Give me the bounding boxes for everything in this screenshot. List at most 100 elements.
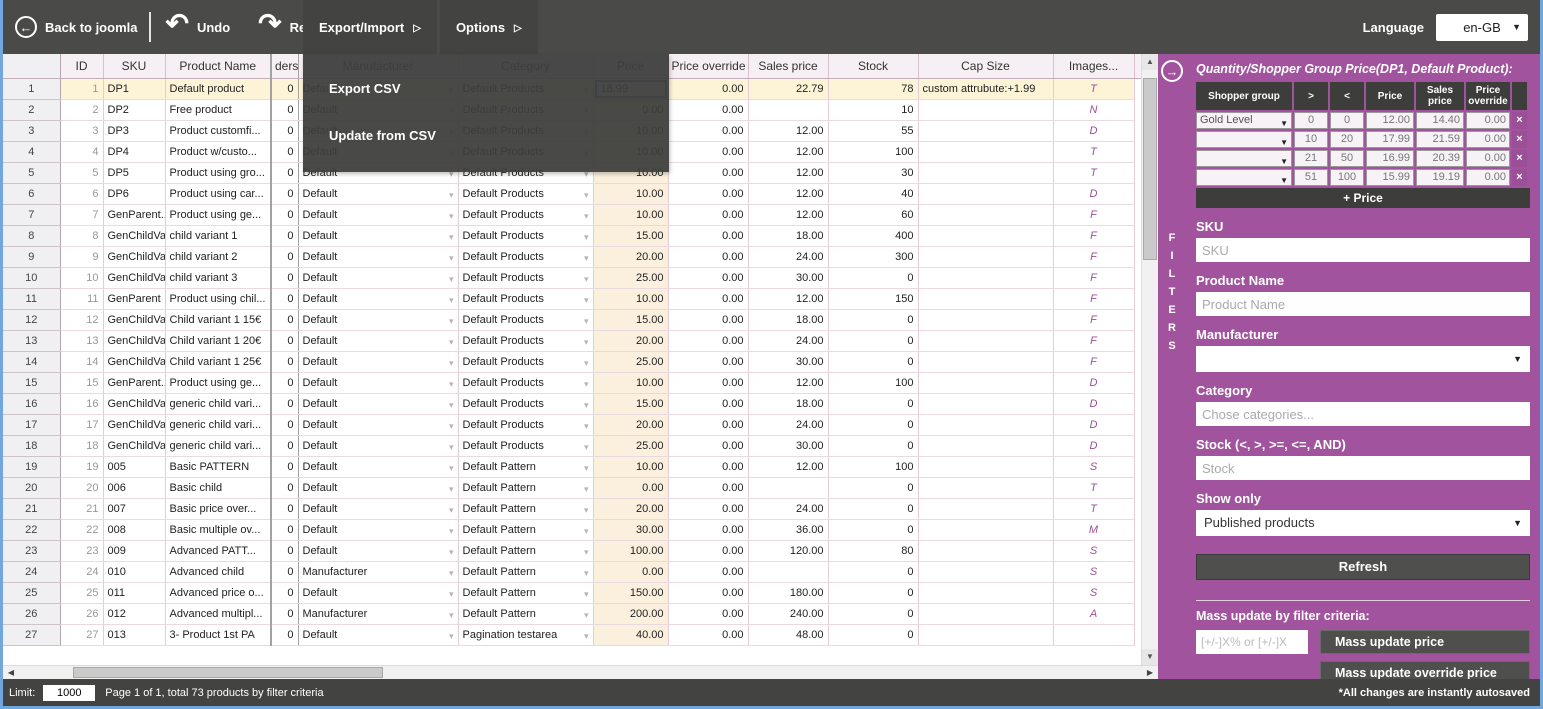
cell-manufacturer[interactable]: Default▾ bbox=[298, 225, 458, 246]
cell-product-name[interactable]: Basic price over... bbox=[165, 498, 271, 519]
cell-price[interactable]: 25.00 bbox=[593, 267, 668, 288]
cell-price-override[interactable]: 0.00 bbox=[668, 414, 748, 435]
cell-sku[interactable]: GenChildVa... bbox=[103, 246, 165, 267]
cell-product-name[interactable]: Product using gro... bbox=[165, 162, 271, 183]
row-number[interactable]: 10 bbox=[3, 267, 60, 288]
scroll-left-icon[interactable]: ◀ bbox=[3, 666, 19, 679]
category-filter-input[interactable] bbox=[1196, 402, 1530, 426]
cell-price[interactable]: 100.00 bbox=[593, 540, 668, 561]
cell-category[interactable]: Default Products▾ bbox=[458, 330, 593, 351]
cell-price-override[interactable]: 0.00 bbox=[668, 162, 748, 183]
cell-orders[interactable]: 0 bbox=[271, 288, 298, 309]
cell-sales-price[interactable]: 120.00 bbox=[748, 540, 828, 561]
cell-sales-price[interactable] bbox=[748, 477, 828, 498]
cell-category[interactable]: Default Products▾ bbox=[458, 204, 593, 225]
cell-category[interactable]: Default Pattern▾ bbox=[458, 477, 593, 498]
edit-images-link[interactable]: F bbox=[1090, 272, 1097, 284]
cell-orders[interactable]: 0 bbox=[271, 393, 298, 414]
cell-sales-price[interactable]: 18.00 bbox=[748, 393, 828, 414]
remove-price-row-icon[interactable]: × bbox=[1512, 131, 1527, 148]
cell-price[interactable]: 0.00 bbox=[593, 561, 668, 582]
cell-manufacturer[interactable]: Default▾ bbox=[298, 309, 458, 330]
cell-product-name[interactable]: Child variant 1 25€ bbox=[165, 351, 271, 372]
edit-images-link[interactable]: S bbox=[1090, 461, 1097, 473]
cell-product-name[interactable]: child variant 2 bbox=[165, 246, 271, 267]
edit-images-link[interactable]: T bbox=[1090, 146, 1097, 158]
qty-lt-input[interactable]: 20 bbox=[1330, 131, 1364, 148]
cell-id[interactable]: 21 bbox=[60, 498, 103, 519]
cell-product-name[interactable]: Advanced price o... bbox=[165, 582, 271, 603]
cell-edit-images[interactable]: F bbox=[1053, 351, 1134, 372]
row-number[interactable]: 8 bbox=[3, 225, 60, 246]
qty-gt-input[interactable]: 0 bbox=[1294, 112, 1328, 129]
manufacturer-select[interactable]: ▼ bbox=[1196, 346, 1530, 372]
cell-sku[interactable]: DP4 bbox=[103, 141, 165, 162]
cell-orders[interactable]: 0 bbox=[271, 351, 298, 372]
cell-id[interactable]: 2 bbox=[60, 99, 103, 120]
cell-orders[interactable]: 0 bbox=[271, 414, 298, 435]
cell-orders[interactable]: 0 bbox=[271, 267, 298, 288]
edit-images-link[interactable]: F bbox=[1090, 251, 1097, 263]
cell-product-name[interactable]: 3- Product 1st PA bbox=[165, 624, 271, 645]
cell-stock[interactable]: 400 bbox=[828, 225, 918, 246]
cell-price-override[interactable]: 0.00 bbox=[668, 582, 748, 603]
cell-price[interactable]: 150.00 bbox=[593, 582, 668, 603]
cell-edit-images[interactable]: F bbox=[1053, 309, 1134, 330]
cell-product-name[interactable]: Basic child bbox=[165, 477, 271, 498]
cell-stock[interactable]: 100 bbox=[828, 141, 918, 162]
shopper-group-select[interactable]: Gold Level▼ bbox=[1196, 112, 1292, 129]
cell-cap-size[interactable] bbox=[918, 141, 1053, 162]
edit-images-link[interactable]: A bbox=[1090, 608, 1097, 620]
cell-sku[interactable]: GenParent bbox=[103, 288, 165, 309]
cell-edit-images[interactable]: D bbox=[1053, 435, 1134, 456]
cell-id[interactable]: 14 bbox=[60, 351, 103, 372]
cell-id[interactable]: 19 bbox=[60, 456, 103, 477]
cell-category[interactable]: Default Pattern▾ bbox=[458, 456, 593, 477]
cell-cap-size[interactable] bbox=[918, 204, 1053, 225]
row-number[interactable]: 1 bbox=[3, 78, 60, 99]
cell-product-name[interactable]: Advanced child bbox=[165, 561, 271, 582]
cell-category[interactable]: Default Pattern▾ bbox=[458, 582, 593, 603]
cell-sku[interactable]: 012 bbox=[103, 603, 165, 624]
edit-images-link[interactable]: S bbox=[1090, 587, 1097, 599]
cell-price-override[interactable]: 0.00 bbox=[668, 603, 748, 624]
cell-orders[interactable]: 0 bbox=[271, 561, 298, 582]
cell-id[interactable]: 1 bbox=[60, 78, 103, 99]
cell-product-name[interactable]: Product customfi... bbox=[165, 120, 271, 141]
cell-orders[interactable]: 0 bbox=[271, 330, 298, 351]
cell-price-override[interactable]: 0.00 bbox=[668, 624, 748, 645]
add-price-button[interactable]: + Price bbox=[1196, 188, 1530, 208]
cell-id[interactable]: 24 bbox=[60, 561, 103, 582]
edit-images-link[interactable]: F bbox=[1090, 230, 1097, 242]
cell-id[interactable]: 9 bbox=[60, 246, 103, 267]
row-number[interactable]: 4 bbox=[3, 141, 60, 162]
cell-manufacturer[interactable]: Default▾ bbox=[298, 330, 458, 351]
cell-sales-price[interactable]: 36.00 bbox=[748, 519, 828, 540]
cell-sales-price[interactable] bbox=[748, 561, 828, 582]
edit-images-link[interactable]: M bbox=[1089, 524, 1098, 536]
remove-price-row-icon[interactable]: × bbox=[1512, 112, 1527, 129]
qty-sales-price-input[interactable]: 20.39 bbox=[1416, 150, 1464, 167]
row-number[interactable]: 27 bbox=[3, 624, 60, 645]
row-number[interactable]: 14 bbox=[3, 351, 60, 372]
cell-manufacturer[interactable]: Default▾ bbox=[298, 267, 458, 288]
row-number[interactable]: 24 bbox=[3, 561, 60, 582]
edit-images-link[interactable]: T bbox=[1090, 503, 1097, 515]
cell-price-override[interactable]: 0.00 bbox=[668, 267, 748, 288]
qty-lt-input[interactable]: 100 bbox=[1330, 169, 1364, 186]
cell-edit-images[interactable]: D bbox=[1053, 183, 1134, 204]
row-number[interactable]: 13 bbox=[3, 330, 60, 351]
edit-images-link[interactable]: D bbox=[1090, 377, 1098, 389]
cell-stock[interactable]: 150 bbox=[828, 288, 918, 309]
cell-stock[interactable]: 0 bbox=[828, 603, 918, 624]
cell-category[interactable]: Default Products▾ bbox=[458, 183, 593, 204]
cell-price[interactable]: 20.00 bbox=[593, 246, 668, 267]
cell-orders[interactable]: 0 bbox=[271, 372, 298, 393]
cell-sales-price[interactable]: 12.00 bbox=[748, 204, 828, 225]
cell-product-name[interactable]: generic child vari... bbox=[165, 393, 271, 414]
cell-orders[interactable]: 0 bbox=[271, 78, 298, 99]
cell-manufacturer[interactable]: Default▾ bbox=[298, 204, 458, 225]
cell-stock[interactable]: 0 bbox=[828, 561, 918, 582]
cell-stock[interactable]: 0 bbox=[828, 351, 918, 372]
cell-cap-size[interactable] bbox=[918, 351, 1053, 372]
